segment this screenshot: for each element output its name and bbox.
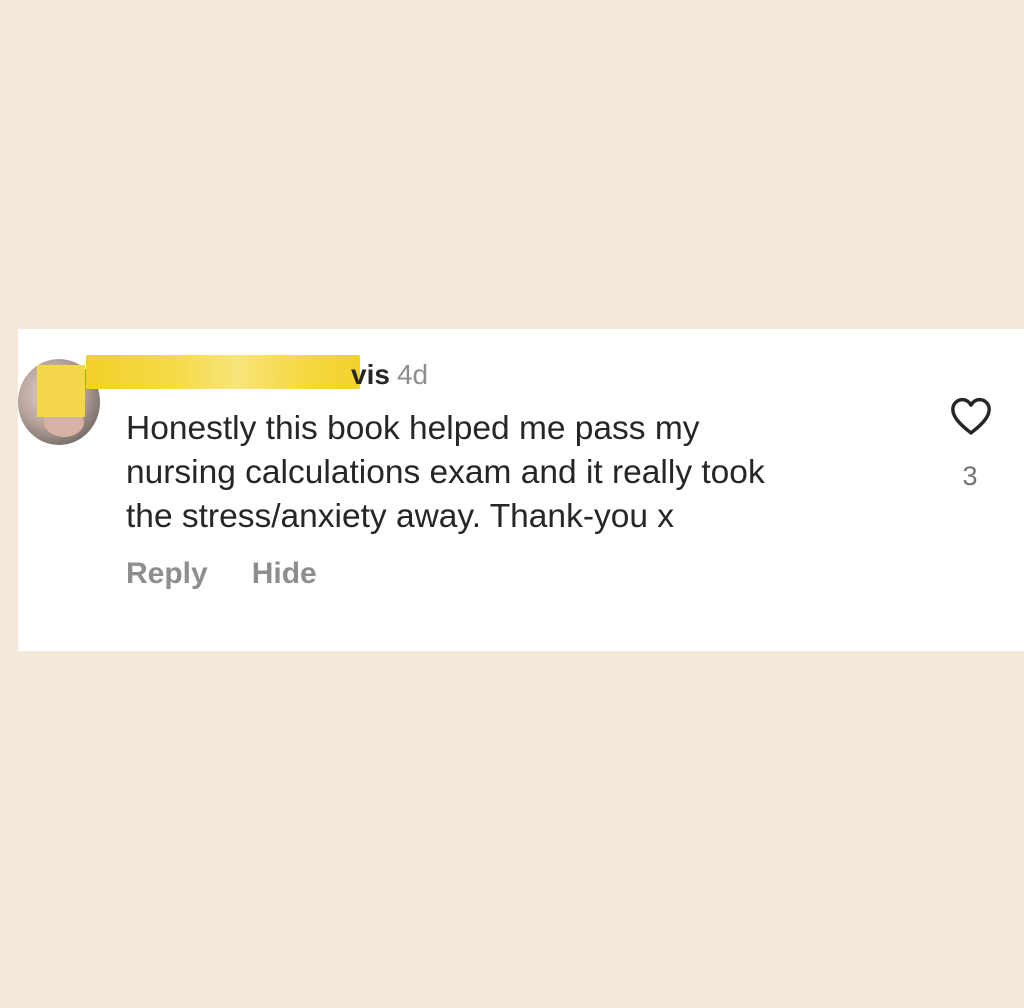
- comment-meta: vis 4d: [351, 355, 428, 395]
- avatar-redaction: [37, 365, 85, 417]
- timestamp: 4d: [396, 359, 429, 390]
- comment-card: vis 4d Honestly this book helped me pass …: [18, 329, 1024, 651]
- heart-outline-icon[interactable]: [949, 396, 993, 436]
- reply-button[interactable]: Reply: [126, 557, 208, 590]
- comment-text-line: Honestly this book helped me pass my: [126, 410, 700, 447]
- username-redaction: [86, 355, 360, 389]
- like-count: 3: [962, 461, 978, 491]
- comment-text-line: the stress/anxiety away. Thank-you x: [126, 498, 675, 535]
- username[interactable]: vis: [351, 359, 390, 390]
- comment-text: Honestly this book helped me pass my nur…: [126, 407, 926, 539]
- comment-text-line: nursing calculations exam and it really …: [126, 454, 765, 491]
- comment-actions: Reply Hide: [126, 557, 317, 591]
- hide-button[interactable]: Hide: [252, 557, 317, 590]
